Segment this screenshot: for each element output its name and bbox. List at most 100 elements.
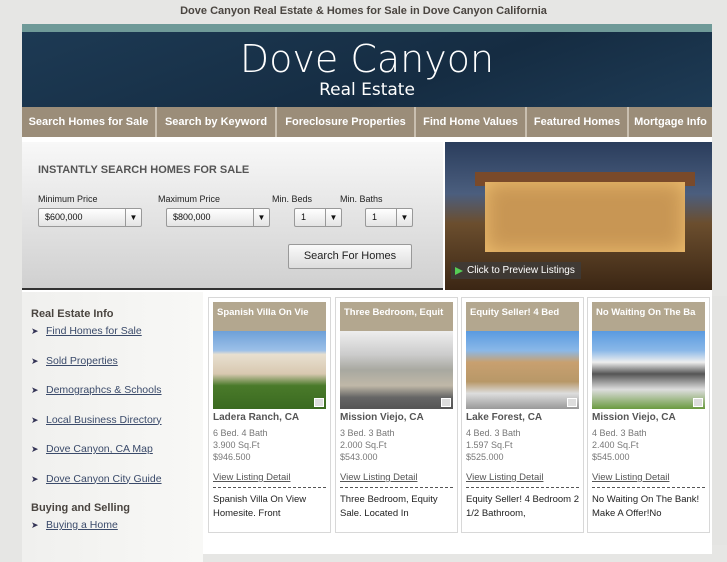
divider xyxy=(340,487,453,488)
site-logo-title: Dove Canyon xyxy=(239,37,495,81)
equal-housing-icon xyxy=(693,398,703,407)
nav-foreclosure[interactable]: Foreclosure Properties xyxy=(277,107,416,137)
nav-home-values[interactable]: Find Home Values xyxy=(416,107,527,137)
listing-beds-baths: 3 Bed. 3 Bath xyxy=(340,428,395,438)
sidebar-item: ➤ Dove Canyon, CA Map xyxy=(31,443,203,456)
sidebar-heading-real-estate-info: Real Estate Info xyxy=(31,308,114,320)
sidebar-link-city-guide[interactable]: Dove Canyon City Guide xyxy=(46,473,162,485)
sidebar-item: ➤ Find Homes for Sale xyxy=(31,325,203,338)
search-panel: INSTANTLY SEARCH HOMES FOR SALE Minimum … xyxy=(22,142,443,290)
listing-title[interactable]: Three Bedroom, Equit xyxy=(340,302,453,331)
listing-photo[interactable] xyxy=(213,331,326,409)
listing-sqft: 3.900 Sq.Ft xyxy=(213,440,260,450)
arrow-bullet-icon: ➤ xyxy=(31,444,39,454)
equal-housing-icon xyxy=(441,398,451,407)
listing-card[interactable]: Spanish Villa On Vie Ladera Ranch, CA 6 … xyxy=(208,297,331,533)
listing-city: Mission Viejo, CA xyxy=(340,412,424,423)
hero-house xyxy=(485,182,685,252)
preview-listings-link[interactable]: Click to Preview Listings xyxy=(451,262,581,279)
nav-search-homes[interactable]: Search Homes for Sale xyxy=(22,107,157,137)
chevron-down-icon: ▼ xyxy=(125,209,141,226)
page-container: Dove Canyon Real Estate Search Homes for… xyxy=(22,24,712,562)
listing-description: Spanish Villa On View Homesite. Front xyxy=(213,494,307,519)
listing-title[interactable]: Equity Seller! 4 Bed xyxy=(466,302,579,331)
nav-search-keyword[interactable]: Search by Keyword xyxy=(157,107,277,137)
baths-select[interactable]: 1 ▼ xyxy=(365,208,413,227)
listing-description: Equity Seller! 4 Bedroom 2 1/2 Bathroom, xyxy=(466,494,580,519)
listing-beds-baths: 4 Bed. 3 Bath xyxy=(466,428,521,438)
max-price-label: Maximum Price xyxy=(158,194,221,204)
listing-card[interactable]: Three Bedroom, Equit Mission Viejo, CA 3… xyxy=(335,297,458,533)
listing-photo[interactable] xyxy=(466,331,579,409)
search-heading: INSTANTLY SEARCH HOMES FOR SALE xyxy=(38,164,250,176)
listing-title[interactable]: Spanish Villa On Vie xyxy=(213,302,326,331)
sidebar-link-map[interactable]: Dove Canyon, CA Map xyxy=(46,443,153,455)
listing-card[interactable]: Equity Seller! 4 Bed Lake Forest, CA 4 B… xyxy=(461,297,584,533)
listing-card[interactable]: No Waiting On The Ba Mission Viejo, CA 4… xyxy=(587,297,710,533)
beds-label: Min. Beds xyxy=(272,194,313,204)
listing-city: Mission Viejo, CA xyxy=(592,412,676,423)
chevron-down-icon: ▼ xyxy=(325,209,341,226)
view-listing-link[interactable]: View Listing Detail xyxy=(592,472,705,483)
min-price-select[interactable]: $600,000 ▼ xyxy=(38,208,142,227)
sidebar-item: ➤ Sold Properties xyxy=(31,355,203,368)
sidebar-link-demographics[interactable]: Demographcs & Schools xyxy=(46,384,162,396)
listing-title[interactable]: No Waiting On The Ba xyxy=(592,302,705,331)
chevron-down-icon: ▼ xyxy=(396,209,412,226)
sidebar-item: ➤ Buying a Home xyxy=(31,519,203,532)
listing-price: $525.000 xyxy=(466,452,504,462)
sidebar-link-buying[interactable]: Buying a Home xyxy=(46,519,118,531)
baths-value: 1 xyxy=(372,212,378,222)
sidebar-item: ➤ Dove Canyon City Guide xyxy=(31,473,203,486)
listing-beds-baths: 6 Bed. 4 Bath xyxy=(213,428,268,438)
listing-beds-baths: 4 Bed. 3 Bath xyxy=(592,428,647,438)
sidebar-heading-buying-selling: Buying and Selling xyxy=(31,502,131,514)
listing-city: Lake Forest, CA xyxy=(466,412,543,423)
header-strip xyxy=(22,24,712,32)
chevron-down-icon: ▼ xyxy=(253,209,269,226)
arrow-bullet-icon: ➤ xyxy=(31,385,39,395)
arrow-bullet-icon: ➤ xyxy=(31,326,39,336)
view-listing-link[interactable]: View Listing Detail xyxy=(466,472,579,483)
divider xyxy=(466,487,579,488)
arrow-bullet-icon: ➤ xyxy=(31,473,39,484)
sidebar-item: ➤ Local Business Directory xyxy=(31,414,203,427)
sidebar-link-business[interactable]: Local Business Directory xyxy=(46,414,162,426)
divider xyxy=(592,487,705,488)
arrow-bullet-icon: ➤ xyxy=(31,520,39,530)
nav-featured-homes[interactable]: Featured Homes xyxy=(527,107,629,137)
listing-price: $946.500 xyxy=(213,452,251,462)
listing-sqft: 2.000 Sq.Ft xyxy=(340,440,387,450)
sidebar-link-find-homes[interactable]: Find Homes for Sale xyxy=(46,325,142,337)
arrow-bullet-icon: ➤ xyxy=(31,414,39,425)
listing-photo[interactable] xyxy=(592,331,705,409)
scrollbar[interactable] xyxy=(712,296,727,545)
listing-description: No Waiting On The Bank! Make A Offer!No xyxy=(592,494,700,519)
arrow-bullet-icon: ➤ xyxy=(31,355,39,366)
listing-description: Three Bedroom, Equity Sale. Located In xyxy=(340,494,438,519)
beds-value: 1 xyxy=(301,212,307,222)
site-banner[interactable]: Dove Canyon Real Estate xyxy=(22,32,712,107)
main-nav: Search Homes for Sale Search by Keyword … xyxy=(22,107,712,137)
max-price-value: $800,000 xyxy=(173,212,211,222)
listing-city: Ladera Ranch, CA xyxy=(213,412,300,423)
search-for-homes-button[interactable]: Search For Homes xyxy=(288,244,412,269)
view-listing-link[interactable]: View Listing Detail xyxy=(340,472,453,483)
sidebar-item: ➤ Demographcs & Schools xyxy=(31,384,203,397)
sidebar: Real Estate Info ➤ Find Homes for Sale ➤ S… xyxy=(22,292,203,562)
listing-sqft: 1.597 Sq.Ft xyxy=(466,440,513,450)
view-listing-link[interactable]: View Listing Detail xyxy=(213,472,326,483)
divider xyxy=(213,487,326,488)
listing-photo[interactable] xyxy=(340,331,453,409)
max-price-select[interactable]: $800,000 ▼ xyxy=(166,208,270,227)
sidebar-link-sold[interactable]: Sold Properties xyxy=(46,355,118,367)
nav-mortgage-info[interactable]: Mortgage Info xyxy=(629,107,712,137)
site-logo-subtitle: Real Estate xyxy=(319,80,415,100)
equal-housing-icon xyxy=(567,398,577,407)
page-title: Dove Canyon Real Estate & Homes for Sale… xyxy=(180,5,547,17)
baths-label: Min. Baths xyxy=(340,194,383,204)
listing-price: $545.000 xyxy=(592,452,630,462)
hero-image[interactable]: Click to Preview Listings xyxy=(445,142,712,290)
beds-select[interactable]: 1 ▼ xyxy=(294,208,342,227)
listing-sqft: 2.400 Sq.Ft xyxy=(592,440,639,450)
